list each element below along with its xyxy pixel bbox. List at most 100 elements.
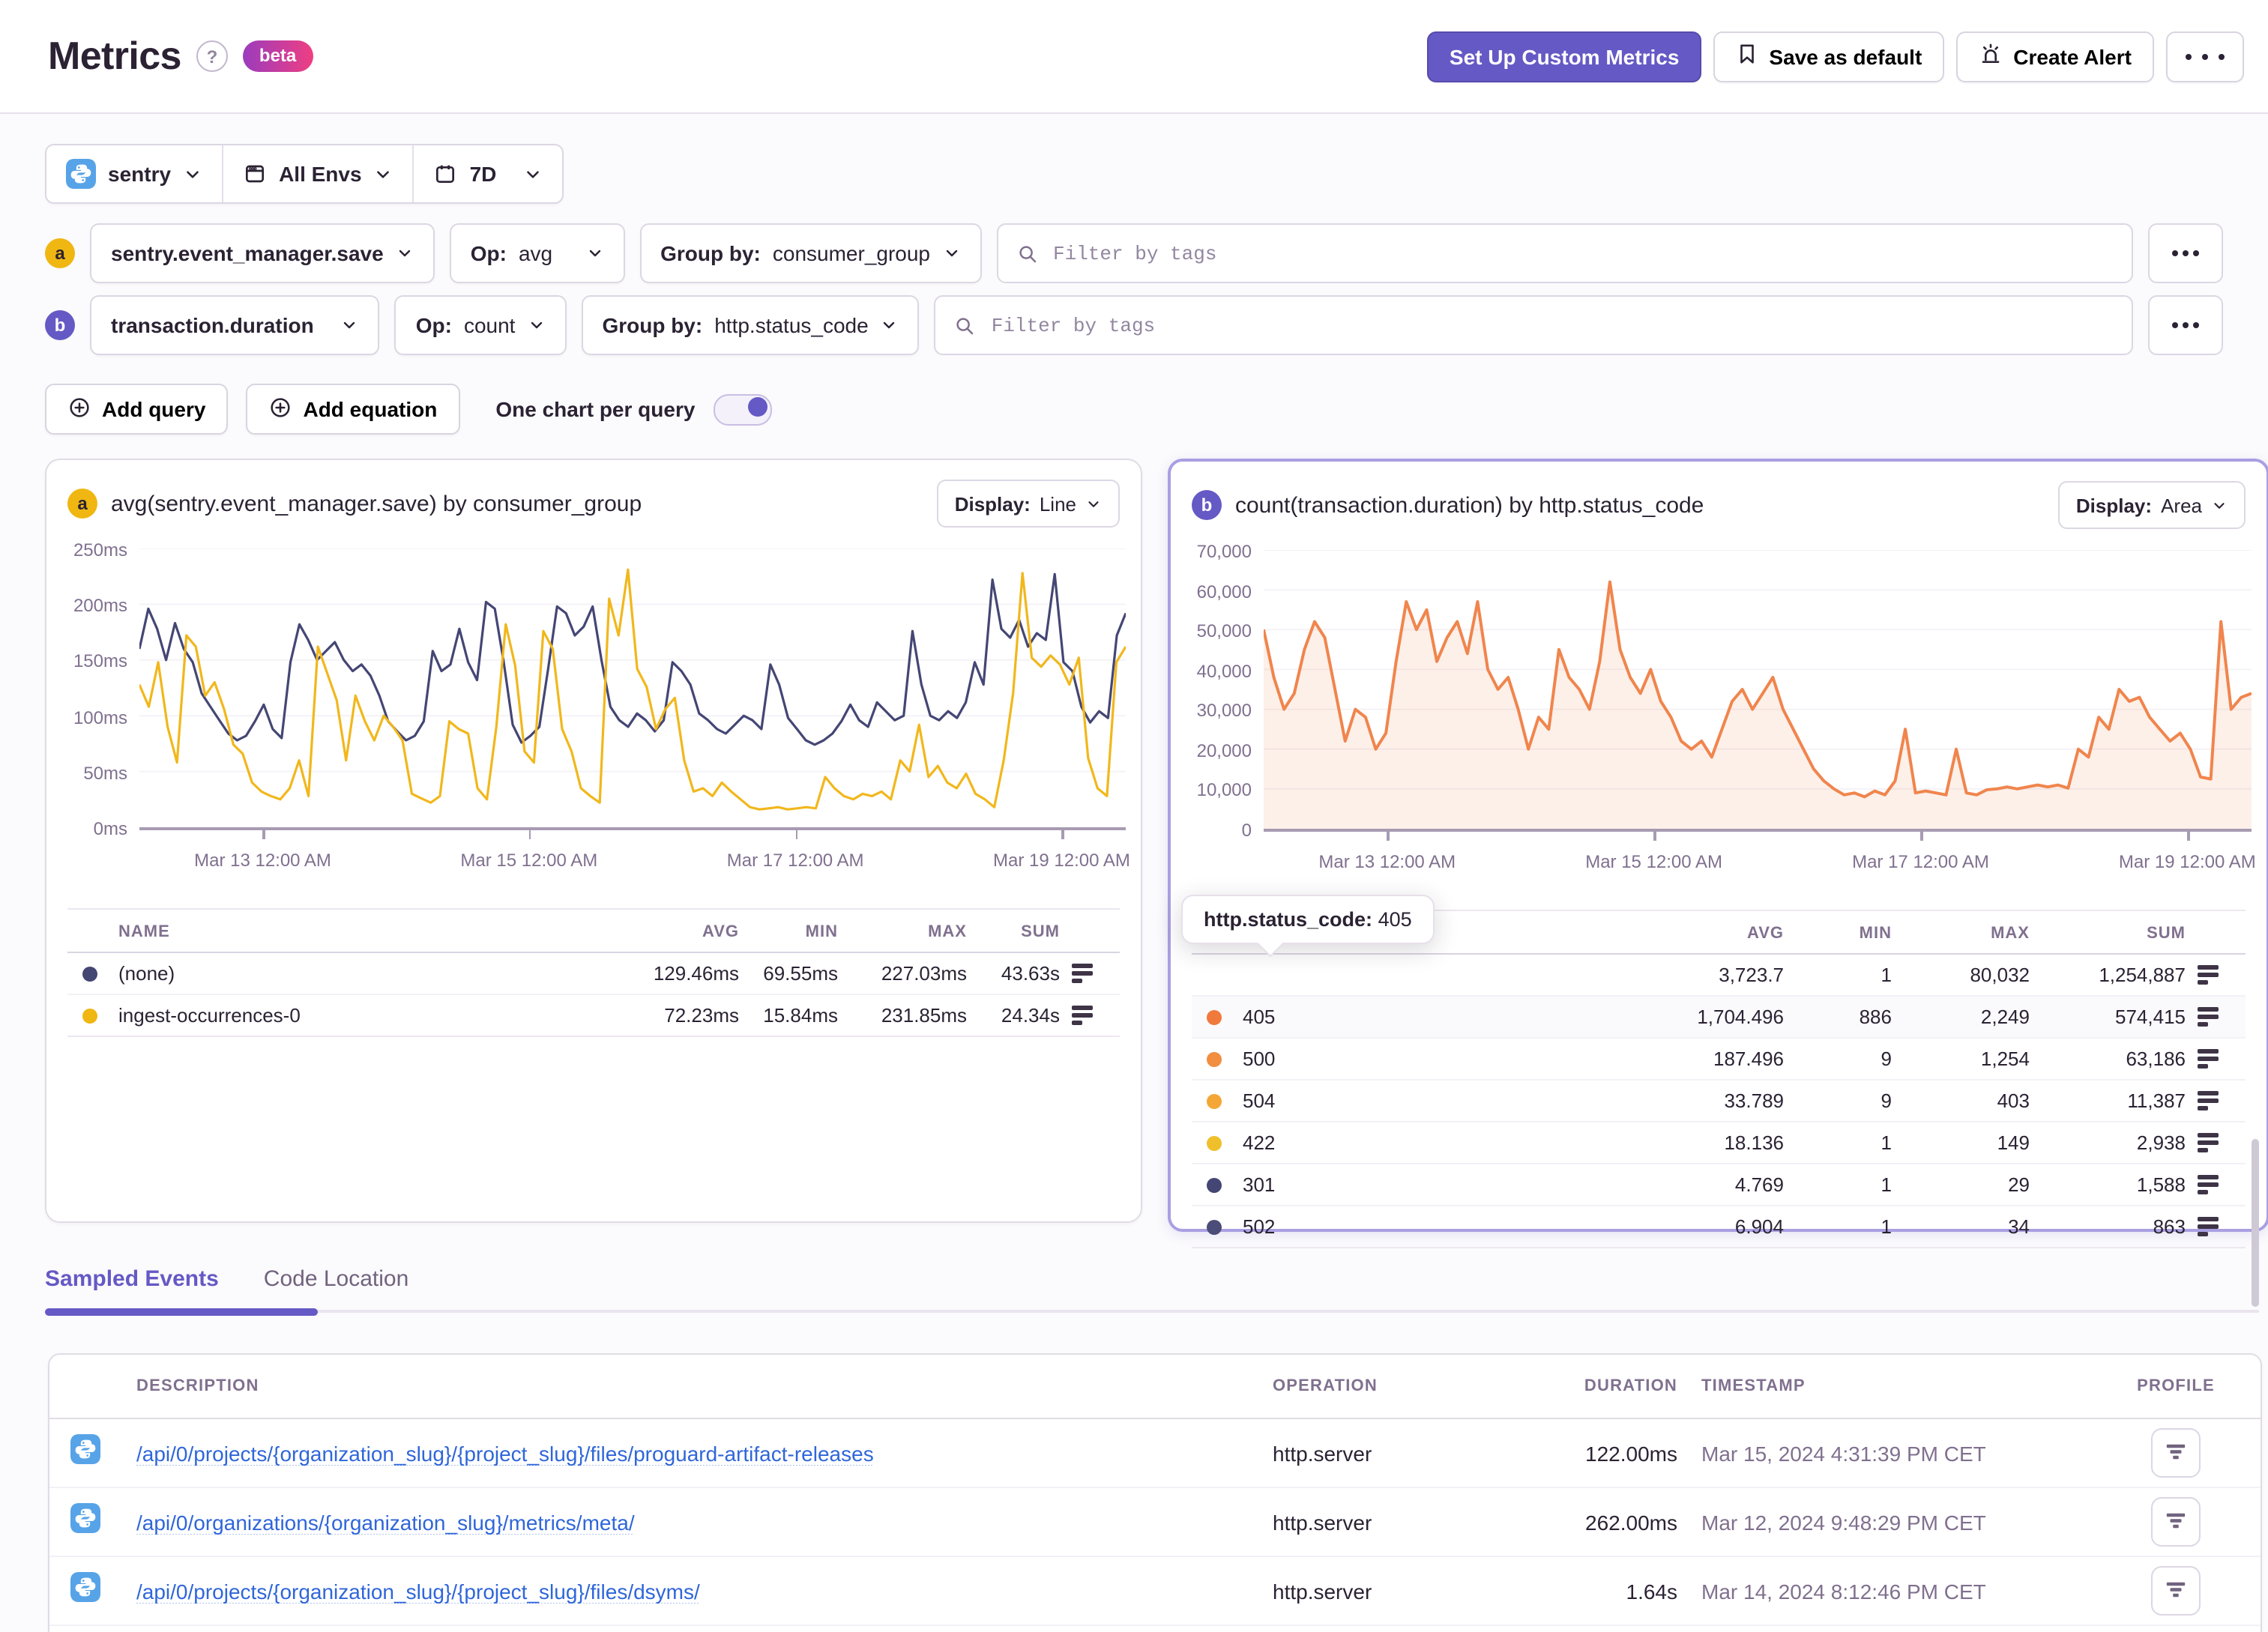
header-more-button[interactable] bbox=[2166, 31, 2244, 82]
search-icon bbox=[1019, 245, 1036, 262]
summary-row[interactable]: (none) 129.46ms 69.55ms 227.03ms 43.63s bbox=[67, 953, 1120, 995]
row-menu-icon[interactable] bbox=[1072, 964, 1120, 983]
one-chart-per-query-toggle[interactable] bbox=[713, 393, 772, 425]
date-range-selector[interactable]: 7D bbox=[412, 145, 563, 202]
display-select-a[interactable]: Display: Line bbox=[936, 480, 1120, 528]
display-select-b[interactable]: Display: Area bbox=[2057, 481, 2246, 529]
series-stat: 43.63s bbox=[1001, 962, 1060, 985]
ellipsis-icon bbox=[2186, 53, 2192, 59]
metrics-page: Metrics ? beta Set Up Custom Metrics Sav… bbox=[0, 0, 2268, 1632]
summary-table-b: NAME AVG MIN MAX SUM 3,723.7180,0321,254… bbox=[1192, 910, 2246, 1248]
event-duration: 262.00ms bbox=[1585, 1510, 1677, 1534]
area-chart-b[interactable] bbox=[1264, 550, 2252, 829]
summary-row[interactable]: ingest-occurrences-0 72.23ms 15.84ms 231.85… bbox=[67, 995, 1120, 1037]
series-stat: 4.769 bbox=[1734, 1173, 1784, 1196]
chart-badge-b: b bbox=[1192, 490, 1222, 520]
chevron-down-icon bbox=[1088, 501, 1099, 507]
event-row: /api/0/projects/{organization_slug}/{pro… bbox=[49, 1419, 2261, 1488]
op-select-a[interactable]: Op: avg bbox=[449, 223, 625, 283]
query-row-a: a sentry.event_manager.save Op: avg Group… bbox=[45, 223, 2223, 283]
row-menu-icon[interactable] bbox=[1072, 1006, 1120, 1025]
tag-filter-input-a[interactable] bbox=[1050, 241, 2114, 266]
metric-select-a[interactable]: sentry.event_manager.save bbox=[90, 223, 435, 283]
row-menu-icon[interactable] bbox=[2198, 1091, 2246, 1110]
event-row: /api/0/projects/{organization_slug}/{pro… bbox=[49, 1557, 2261, 1626]
series-color-dot bbox=[1207, 1135, 1222, 1150]
header-actions: Set Up Custom Metrics Save as default Cr… bbox=[1426, 31, 2244, 82]
add-equation-button[interactable]: Add equation bbox=[246, 384, 460, 435]
row-menu-icon[interactable] bbox=[2198, 1175, 2246, 1194]
summary-row[interactable]: 502 6.904 1 34 863 bbox=[1192, 1206, 2246, 1248]
chevron-down-icon bbox=[531, 321, 542, 329]
series-stat: 574,415 bbox=[2115, 1006, 2186, 1028]
series-stat: 2,938 bbox=[2136, 1131, 2186, 1154]
plus-circle-icon bbox=[67, 395, 91, 423]
bottom-tabs: Sampled Events Code Location bbox=[45, 1266, 2259, 1315]
add-query-button[interactable]: Add query bbox=[45, 384, 229, 435]
series-stat: 24.34s bbox=[1001, 1004, 1060, 1027]
series-name: 405 bbox=[1243, 1006, 1276, 1028]
series-color-dot bbox=[1207, 1093, 1222, 1108]
profile-button[interactable] bbox=[2151, 1497, 2201, 1547]
event-timestamp: Mar 12, 2024 9:48:29 PM CET bbox=[1701, 1510, 1986, 1534]
create-alert-button[interactable]: Create Alert bbox=[1956, 31, 2154, 82]
series-stat: 69.55ms bbox=[763, 962, 838, 985]
series-stat: 1 bbox=[1881, 1173, 1892, 1196]
row-menu-icon[interactable] bbox=[2198, 1217, 2246, 1236]
x-tick-label: Mar 15 12:00 AM bbox=[460, 850, 598, 871]
series-stat: 2,249 bbox=[1980, 1006, 2030, 1028]
series-color-dot bbox=[1207, 1051, 1222, 1066]
chevron-down-icon bbox=[884, 321, 895, 329]
summary-row[interactable]: 422 18.136 1 149 2,938 bbox=[1192, 1122, 2246, 1164]
setup-custom-metrics-button[interactable]: Set Up Custom Metrics bbox=[1426, 31, 1702, 82]
tab-code-location[interactable]: Code Location bbox=[264, 1266, 409, 1310]
tag-filter-a bbox=[996, 223, 2133, 283]
summary-row[interactable]: 504 33.789 9 403 11,387 bbox=[1192, 1081, 2246, 1122]
event-description-link[interactable]: /api/0/projects/{organization_slug}/{pro… bbox=[118, 1441, 1273, 1465]
groupby-select-a[interactable]: Group by: consumer_group bbox=[639, 223, 981, 283]
op-select-b[interactable]: Op: count bbox=[394, 295, 567, 355]
series-stat: 886 bbox=[1859, 1006, 1892, 1028]
summary-row[interactable]: 3,723.7 1 80,032 1,254,887 bbox=[1192, 955, 2246, 997]
summary-row[interactable]: 301 4.769 1 29 1,588 bbox=[1192, 1164, 2246, 1206]
metric-select-b[interactable]: transaction.duration bbox=[90, 295, 380, 355]
query-more-button-b[interactable] bbox=[2148, 295, 2223, 355]
help-icon[interactable]: ? bbox=[196, 40, 228, 72]
event-operation: http.server bbox=[1273, 1510, 1372, 1534]
event-timestamp: Mar 14, 2024 8:12:46 PM CET bbox=[1701, 1579, 1986, 1603]
row-menu-icon[interactable] bbox=[2198, 1133, 2246, 1152]
page-header: Metrics ? beta Set Up Custom Metrics Sav… bbox=[0, 0, 2268, 114]
environment-selector[interactable]: All Envs bbox=[222, 145, 413, 202]
project-selector[interactable]: sentry bbox=[46, 145, 222, 202]
series-stat: 34 bbox=[2008, 1215, 2030, 1238]
profile-button[interactable] bbox=[2151, 1428, 2201, 1478]
row-menu-icon[interactable] bbox=[2198, 965, 2246, 985]
x-axis-a: Mar 13 12:00 AM Mar 15 12:00 AM Mar 17 12:… bbox=[139, 827, 1130, 884]
groupby-select-b[interactable]: Group by: http.status_code bbox=[581, 295, 920, 355]
event-row: /api/0/organizations/{organization_slug}… bbox=[49, 1488, 2261, 1557]
tab-sampled-events[interactable]: Sampled Events bbox=[45, 1266, 219, 1310]
summary-row[interactable]: 405 1,704.496 886 2,249 574,415 bbox=[1192, 997, 2246, 1039]
row-menu-icon[interactable] bbox=[2198, 1007, 2246, 1027]
chevron-down-icon bbox=[527, 170, 540, 178]
series-stat: 9 bbox=[1881, 1089, 1892, 1112]
x-tick-label: Mar 19 12:00 AM bbox=[993, 850, 1130, 871]
tag-filter-input-b[interactable] bbox=[988, 312, 2114, 338]
chart-title-b: count(transaction.duration) by http.stat… bbox=[1235, 492, 1704, 518]
chart-panel-b[interactable]: b count(transaction.duration) by http.st… bbox=[1168, 459, 2268, 1307]
line-chart-a[interactable] bbox=[139, 548, 1126, 827]
save-as-default-button[interactable]: Save as default bbox=[1713, 31, 1945, 82]
series-stat: 403 bbox=[1997, 1089, 2030, 1112]
series-color-dot bbox=[82, 966, 97, 981]
x-tick-label: Mar 13 12:00 AM bbox=[194, 850, 331, 871]
python-platform-icon bbox=[70, 1434, 100, 1464]
row-menu-icon[interactable] bbox=[2198, 1049, 2246, 1069]
profile-button[interactable] bbox=[2151, 1566, 2201, 1616]
event-description-link[interactable]: /api/0/organizations/{organization_slug}… bbox=[118, 1510, 1273, 1534]
query-more-button-a[interactable] bbox=[2148, 223, 2223, 283]
event-description-link[interactable]: /api/0/projects/{organization_slug}/{pro… bbox=[118, 1579, 1273, 1603]
plus-circle-icon bbox=[268, 395, 292, 423]
series-stat: 29 bbox=[2008, 1173, 2030, 1196]
chevron-down-icon bbox=[187, 170, 199, 178]
summary-row[interactable]: 500 187.496 9 1,254 63,186 bbox=[1192, 1039, 2246, 1081]
